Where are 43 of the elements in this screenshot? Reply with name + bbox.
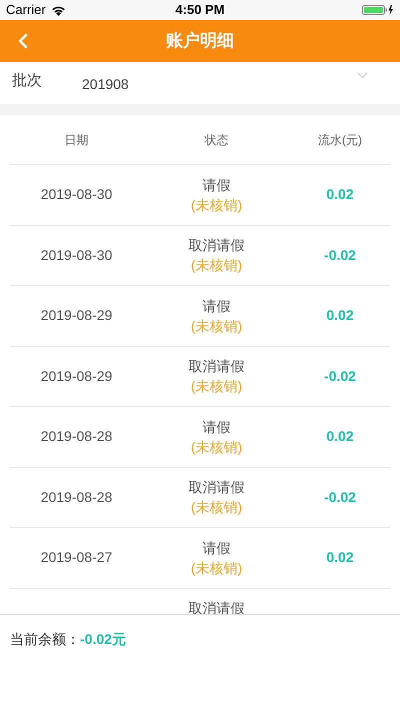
- back-icon: [17, 32, 29, 50]
- battery-icon: [362, 4, 394, 16]
- status-text: 取消请假: [188, 236, 244, 256]
- date-cell-text: 2019-08-29: [40, 306, 112, 326]
- date-cell-text: 2019-08-27: [40, 548, 112, 568]
- status-text: 取消请假: [188, 598, 244, 614]
- date-cell-text: 2019-08-29: [40, 366, 112, 386]
- status-text: 请假: [202, 296, 230, 316]
- column-header: 流水(元): [317, 132, 363, 148]
- date-cell-text: 2019-08-30: [40, 185, 112, 204]
- balance-label: 当前余额：: [10, 630, 80, 649]
- amount-cell-text: 0.02: [326, 427, 354, 446]
- status-note: (未核销): [190, 256, 242, 276]
- wifi-icon: [50, 4, 66, 16]
- amount-cell-text: 0.02: [326, 306, 354, 326]
- status-note: (未核销): [190, 377, 242, 396]
- status-note: (未核销): [190, 558, 242, 578]
- status-text: 请假: [202, 176, 230, 195]
- balance-value: -0.02元: [80, 630, 126, 649]
- column-header: 状态: [204, 132, 230, 148]
- carrier-label: Carrier: [6, 1, 46, 20]
- status-note: (未核销): [190, 438, 242, 457]
- batch-label: 批次: [12, 70, 43, 91]
- amount-cell-text: -0.02: [324, 366, 356, 386]
- batch-value: 201908: [82, 74, 129, 94]
- page-title: 账户明细: [166, 30, 234, 52]
- clock: 4:50 PM: [175, 1, 225, 20]
- amount-cell-text: 0.02: [326, 548, 354, 568]
- status-text: 请假: [202, 538, 230, 558]
- status-note: (未核销): [190, 196, 242, 215]
- chevron-down-icon: [357, 72, 368, 79]
- date-cell-text: 2019-08-28: [40, 488, 112, 507]
- status-note: (未核销): [190, 498, 242, 518]
- status-text: 取消请假: [188, 478, 244, 498]
- column-header: 日期: [64, 132, 90, 148]
- status-text: 请假: [202, 418, 230, 437]
- status-note: (未核销): [190, 316, 242, 336]
- date-cell-text: 2019-08-28: [40, 427, 112, 446]
- status-text: 取消请假: [188, 357, 244, 376]
- amount-cell-text: 0.02: [326, 185, 354, 204]
- amount-cell-text: -0.02: [324, 246, 356, 265]
- date-cell-text: 2019-08-30: [40, 246, 112, 265]
- amount-cell-text: -0.02: [324, 488, 356, 507]
